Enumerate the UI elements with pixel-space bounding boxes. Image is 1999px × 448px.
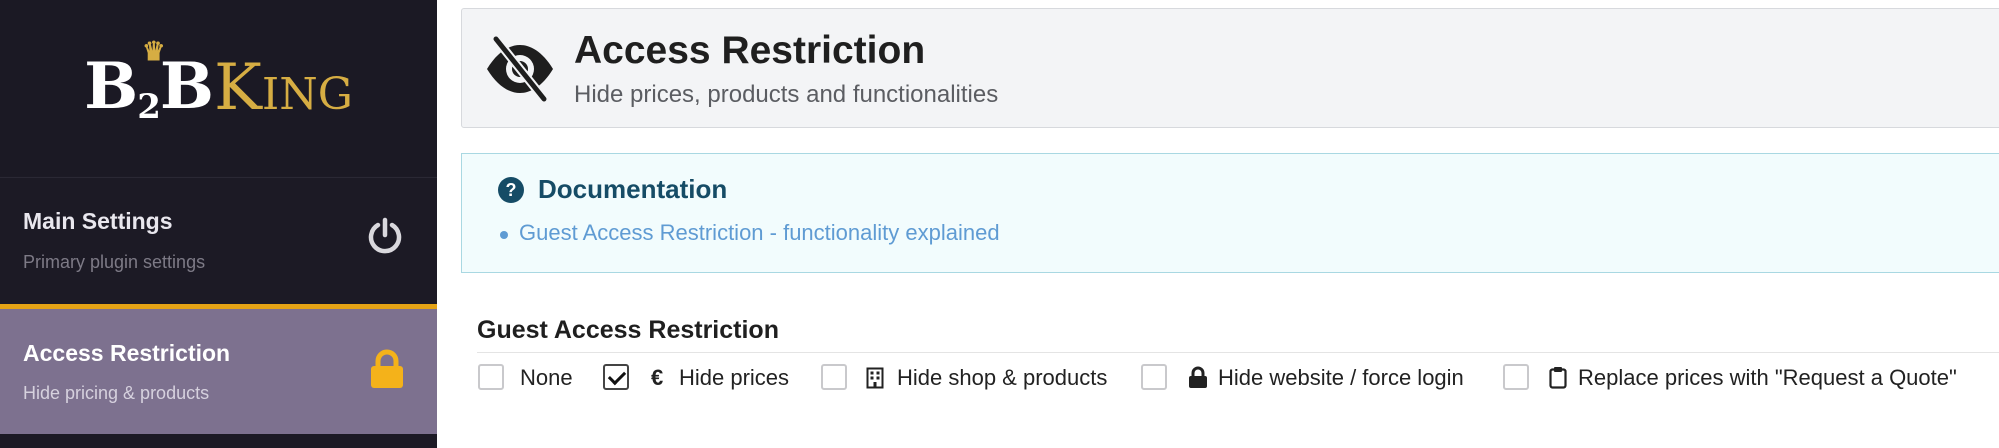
option-hide-shop-checkbox[interactable] (821, 364, 847, 390)
logo-letters: ING (261, 69, 353, 120)
documentation-title: Documentation (538, 174, 728, 204)
page-header: Access Restriction Hide prices, products… (461, 8, 1999, 128)
lock-icon (1188, 366, 1208, 394)
option-hide-prices-label[interactable]: Hide prices (679, 365, 789, 391)
documentation-link[interactable]: Guest Access Restriction - functionality… (519, 220, 1000, 246)
question-circle-icon: ? (497, 176, 525, 209)
sidebar-item-subtitle: Hide pricing & products (23, 383, 210, 403)
eye-slash-icon (484, 34, 556, 108)
sidebar-item-main-settings[interactable]: Main Settings Primary plugin settings (0, 177, 437, 305)
option-hide-shop-label[interactable]: Hide shop & products (897, 365, 1107, 391)
sidebar-item-subtitle: Primary plugin settings (23, 252, 206, 272)
lock-icon (369, 349, 405, 394)
logo-digit: 2 (137, 87, 161, 127)
building-icon (866, 367, 884, 394)
option-hide-prices-checkbox[interactable] (603, 364, 629, 390)
page-subtitle: Hide prices, products and functionalitie… (574, 81, 999, 108)
logo-king-text: KING (214, 51, 353, 125)
b2bking-logo[interactable]: B2B ♛ KING (0, 0, 437, 176)
crown-icon: ♛ (142, 37, 165, 67)
sidebar: B2B ♛ KING Main Settings Primary plugin … (0, 0, 437, 448)
clipboard-icon (1549, 366, 1567, 394)
documentation-panel: ? Documentation Guest Access Restriction… (461, 153, 1999, 273)
sidebar-item-title: Access Restriction (23, 340, 231, 366)
option-none-label[interactable]: None (520, 365, 573, 391)
logo-letter: K (214, 51, 262, 125)
sidebar-item-title: Main Settings (23, 208, 173, 234)
sidebar-item-access-restriction[interactable]: Access Restriction Hide pricing & produc… (0, 304, 437, 434)
option-request-quote-checkbox[interactable] (1503, 364, 1529, 390)
option-hide-website-label[interactable]: Hide website / force login (1218, 365, 1464, 391)
option-request-quote-label[interactable]: Replace prices with "Request a Quote" (1578, 365, 1957, 391)
bullet (500, 231, 508, 239)
svg-text:?: ? (506, 180, 517, 200)
logo-letter: B (84, 49, 138, 124)
page-title: Access Restriction (574, 29, 926, 72)
power-icon (365, 216, 405, 261)
divider (477, 352, 1999, 353)
euro-icon: € (651, 365, 664, 390)
option-hide-website-checkbox[interactable] (1141, 364, 1167, 390)
option-none-checkbox[interactable] (478, 364, 504, 390)
logo-b2b-text: B2B ♛ (84, 37, 214, 127)
guest-access-title: Guest Access Restriction (477, 316, 779, 344)
sidebar-footer (0, 434, 437, 448)
logo-letter: B (159, 49, 214, 124)
